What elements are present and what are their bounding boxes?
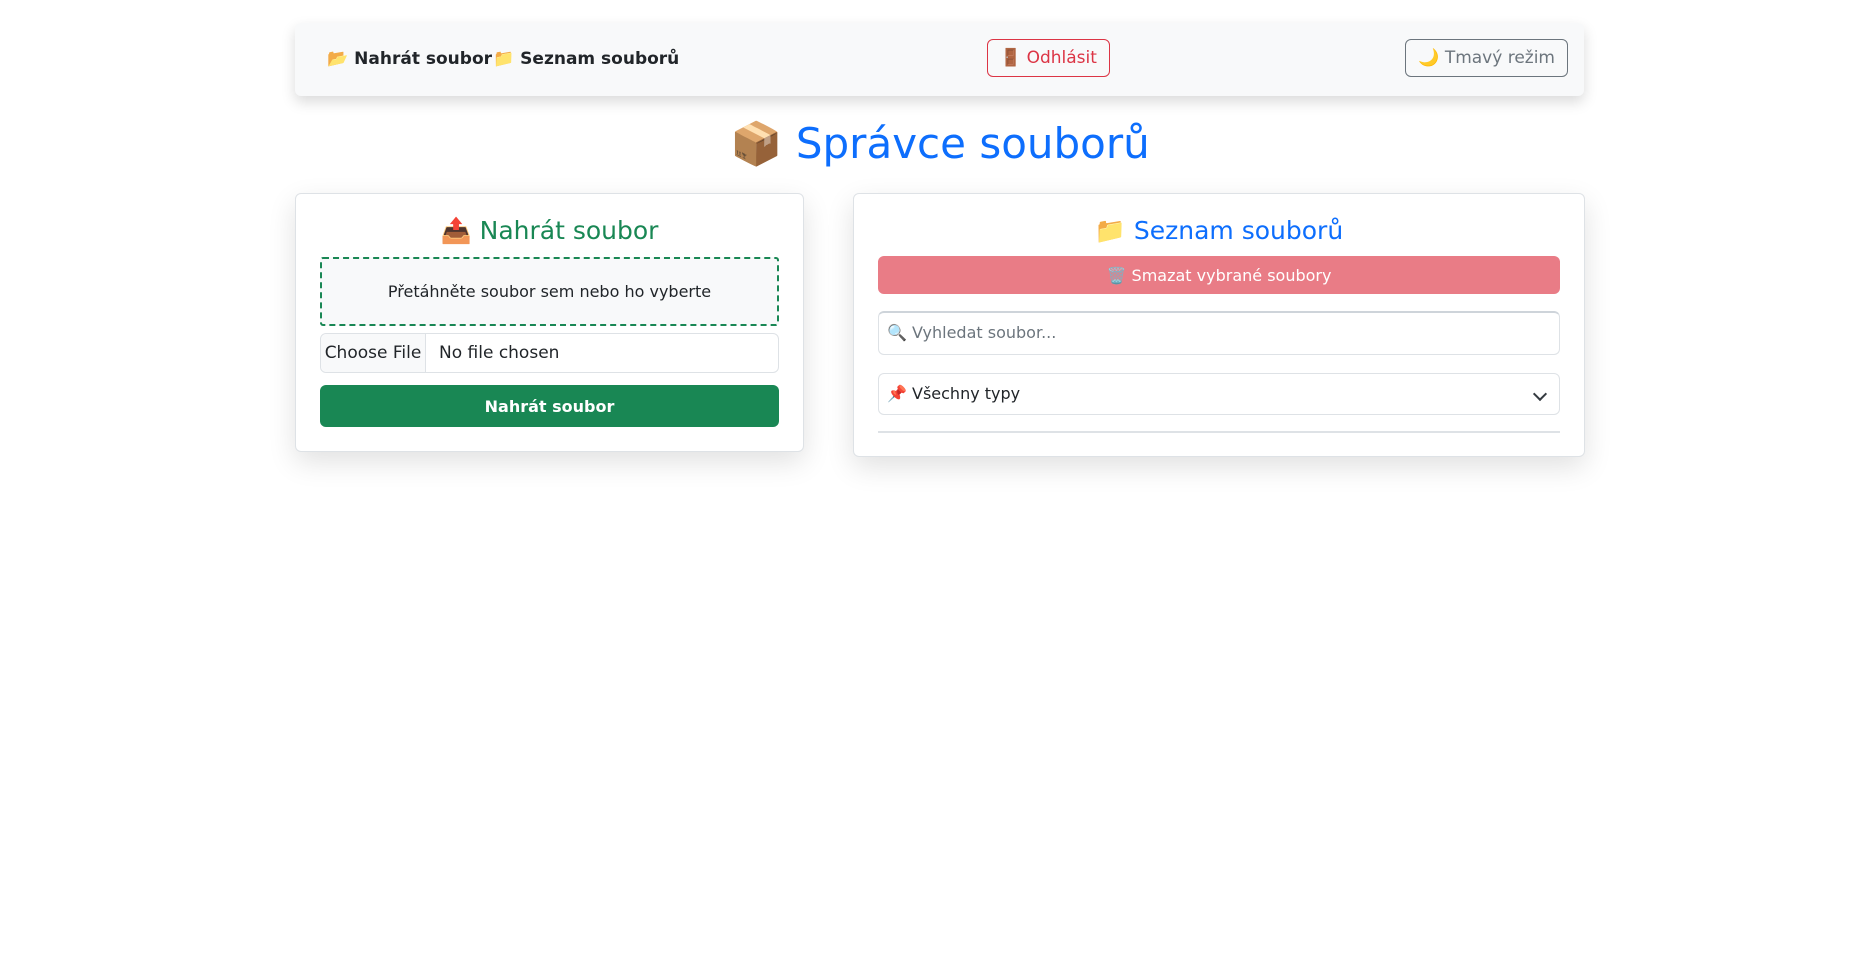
top-navbar: 📂 Nahrát soubor 📁 Seznam souborů 🚪 Odhlási…: [295, 23, 1584, 96]
file-list-card: 📁 Seznam souborů 🗑️ Smazat vybrané soubo…: [853, 193, 1585, 457]
upload-submit-button[interactable]: Nahrát soubor: [320, 385, 779, 427]
nav-link-upload[interactable]: 📂 Nahrát soubor: [327, 49, 492, 69]
folder-icon: 📁: [493, 49, 515, 69]
dark-mode-toggle-button[interactable]: 🌙 Tmavý režim: [1405, 39, 1568, 77]
file-type-select[interactable]: 📌 Všechny typy: [878, 373, 1560, 415]
file-dropzone[interactable]: Přetáhněte soubor sem nebo ho vyberte: [320, 257, 779, 326]
logout-button[interactable]: 🚪 Odhlásit: [987, 39, 1110, 77]
upload-card-title: 📤 Nahrát soubor: [440, 216, 659, 245]
nav-link-file-list[interactable]: 📁 Seznam souborů: [493, 49, 679, 69]
file-search-input[interactable]: 🔍 Vyhledat soubor...: [878, 311, 1560, 355]
upload-card: 📤 Nahrát soubor Přetáhněte soubor sem ne…: [295, 193, 804, 452]
nav-link-upload-label: Nahrát soubor: [354, 49, 493, 69]
file-list-divider: [878, 431, 1560, 433]
file-list-card-title: 📁 Seznam souborů: [1094, 216, 1344, 245]
open-folder-icon: 📂: [327, 49, 349, 69]
delete-selected-button[interactable]: 🗑️ Smazat vybrané soubory: [878, 256, 1560, 294]
page-title: 📦 Správce souborů: [730, 119, 1150, 168]
chevron-down-icon: [1532, 386, 1548, 402]
file-input-status: No file chosen: [439, 343, 560, 363]
choose-file-button[interactable]: Choose File: [321, 334, 426, 372]
nav-link-file-list-label: Seznam souborů: [520, 49, 680, 69]
file-input[interactable]: Choose File No file chosen: [320, 333, 779, 373]
file-type-select-value: 📌 Všechny typy: [887, 384, 1021, 403]
